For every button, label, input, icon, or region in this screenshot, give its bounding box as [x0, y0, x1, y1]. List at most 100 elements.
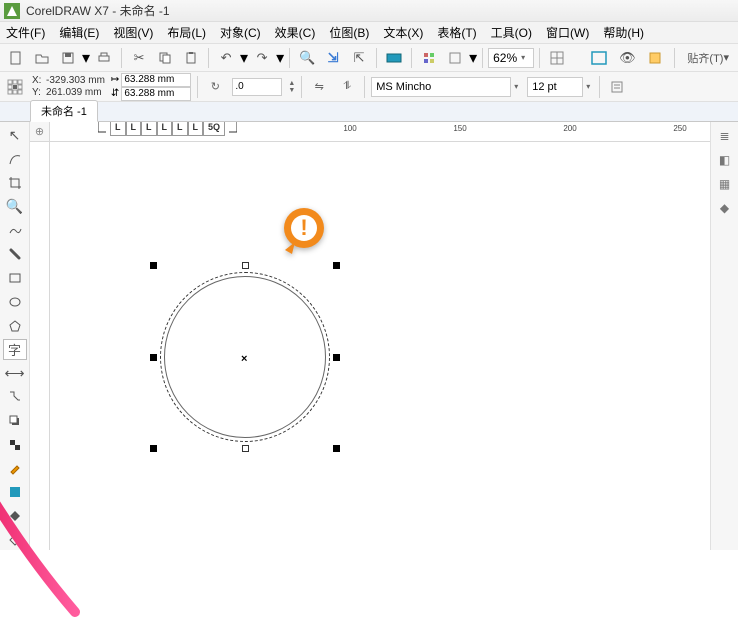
- chevron-down-icon: ▾: [521, 53, 525, 62]
- selected-ellipse[interactable]: ×: [160, 272, 330, 442]
- mirror-v-button[interactable]: ⥮: [336, 76, 358, 98]
- text-properties-button[interactable]: [606, 76, 628, 98]
- menu-help[interactable]: 帮助(H): [603, 24, 644, 41]
- print-button[interactable]: [92, 47, 116, 69]
- menu-window[interactable]: 窗口(W): [546, 24, 589, 41]
- options-button[interactable]: [417, 47, 441, 69]
- launch-button[interactable]: [443, 47, 467, 69]
- selection-handle[interactable]: [333, 354, 340, 361]
- undo-dropdown-icon[interactable]: ▾: [240, 48, 248, 68]
- crop-tool[interactable]: [3, 173, 27, 194]
- zoom-input[interactable]: 62% ▾: [488, 48, 534, 68]
- new-button[interactable]: [4, 47, 28, 69]
- y-value: 261.039 mm: [46, 87, 102, 99]
- undo-button[interactable]: ↶: [214, 47, 238, 69]
- transparency-tool[interactable]: [3, 434, 27, 455]
- stepper-up-icon[interactable]: ▲: [288, 80, 295, 87]
- menu-table[interactable]: 表格(T): [437, 24, 476, 41]
- grid-button[interactable]: [545, 47, 569, 69]
- rotation-input[interactable]: [232, 78, 282, 96]
- selection-node[interactable]: [242, 445, 249, 452]
- ruler-mark: 150: [453, 124, 466, 133]
- ruler-mark: 200: [563, 124, 576, 133]
- menu-bar: 文件(F) 编辑(E) 视图(V) 布局(L) 对象(C) 效果(C) 位图(B…: [0, 22, 738, 44]
- import-button[interactable]: ⇲: [321, 47, 345, 69]
- docker-hints-icon[interactable]: ▦: [715, 174, 735, 194]
- ruler-mark: 100: [343, 124, 356, 133]
- hint-button[interactable]: [643, 47, 667, 69]
- menu-layout[interactable]: 布局(L): [167, 24, 206, 41]
- stepper-down-icon[interactable]: ▼: [288, 87, 295, 94]
- app-title: CorelDRAW X7 - 未命名 -1: [26, 2, 170, 19]
- polygon-tool[interactable]: [3, 315, 27, 336]
- font-select[interactable]: [371, 77, 511, 97]
- origin-icon[interactable]: [4, 76, 26, 98]
- tab-document[interactable]: 未命名 -1: [30, 100, 98, 122]
- menu-edit[interactable]: 编辑(E): [59, 24, 99, 41]
- font-size-select[interactable]: [527, 77, 583, 97]
- cut-button[interactable]: ✂: [127, 47, 151, 69]
- chevron-down-icon[interactable]: ▾: [583, 82, 593, 91]
- search-button[interactable]: 🔍: [295, 47, 319, 69]
- drawing-page[interactable]: × !: [70, 142, 710, 550]
- separator: [376, 48, 377, 68]
- mirror-h-button[interactable]: ⇋: [308, 76, 330, 98]
- freehand-tool[interactable]: [3, 220, 27, 241]
- menu-text[interactable]: 文本(X): [383, 24, 423, 41]
- menu-object[interactable]: 对象(C): [220, 24, 261, 41]
- ellipse-tool[interactable]: [3, 291, 27, 312]
- standard-toolbar: ▾ ✂ ↶ ▾ ↷ ▾ 🔍 ⇲ ⇱ ▾ 62% ▾ 👁 贴齐(T) ▾: [0, 44, 738, 72]
- selection-handle[interactable]: [333, 445, 340, 452]
- menu-bitmap[interactable]: 位图(B): [329, 24, 369, 41]
- pick-tool[interactable]: ↖: [3, 125, 27, 146]
- height-input[interactable]: [121, 87, 191, 101]
- redo-dropdown-icon[interactable]: ▾: [276, 48, 284, 68]
- docker-color-icon[interactable]: ◆: [715, 198, 735, 218]
- eyedropper-tool[interactable]: [3, 458, 27, 479]
- canvas-area[interactable]: L L L L L L 5Q 100 150 200 250: [50, 122, 710, 550]
- separator: [482, 48, 483, 68]
- save-button[interactable]: [56, 47, 80, 69]
- save-dropdown-icon[interactable]: ▾: [82, 48, 90, 68]
- copy-button[interactable]: [153, 47, 177, 69]
- interactive-fill-tool[interactable]: [3, 529, 27, 550]
- drop-shadow-tool[interactable]: [3, 410, 27, 431]
- selection-handle[interactable]: [150, 354, 157, 361]
- paste-button[interactable]: [179, 47, 203, 69]
- parallel-dimension-tool[interactable]: ⟷: [3, 363, 27, 384]
- open-button[interactable]: [30, 47, 54, 69]
- selection-handle[interactable]: [150, 445, 157, 452]
- text-tool[interactable]: 字: [3, 339, 27, 360]
- width-input[interactable]: [121, 73, 191, 87]
- menu-file[interactable]: 文件(F): [6, 24, 45, 41]
- zoom-tool[interactable]: 🔍: [3, 196, 27, 217]
- outline-tool[interactable]: [3, 482, 27, 503]
- launch-dropdown-icon[interactable]: ▾: [469, 48, 477, 68]
- docker-object-icon[interactable]: ◧: [715, 150, 735, 170]
- shape-tool[interactable]: [3, 149, 27, 170]
- redo-button[interactable]: ↷: [250, 47, 274, 69]
- rotation-icon: ↻: [204, 76, 226, 98]
- export-button[interactable]: ⇱: [347, 47, 371, 69]
- artistic-media-tool[interactable]: [3, 244, 27, 265]
- selection-handle[interactable]: [333, 262, 340, 269]
- preview-button[interactable]: 👁: [615, 47, 639, 69]
- ruler-origin-icon[interactable]: ⊕: [30, 122, 50, 142]
- separator: [364, 76, 365, 98]
- chevron-down-icon[interactable]: ▾: [511, 82, 521, 91]
- publish-button[interactable]: [382, 47, 406, 69]
- y-label: Y:: [32, 87, 46, 99]
- rectangle-tool[interactable]: [3, 268, 27, 289]
- connector-tool[interactable]: [3, 387, 27, 408]
- menu-tools[interactable]: 工具(O): [491, 24, 532, 41]
- fill-tool[interactable]: [3, 505, 27, 526]
- snap-button[interactable]: 贴齐(T) ▾: [682, 47, 734, 69]
- size-inputs: ↦ ⇵: [111, 73, 191, 101]
- separator: [301, 76, 302, 98]
- selection-node[interactable]: [242, 262, 249, 269]
- menu-effects[interactable]: 效果(C): [275, 24, 316, 41]
- selection-handle[interactable]: [150, 262, 157, 269]
- menu-view[interactable]: 视图(V): [113, 24, 153, 41]
- docker-properties-icon[interactable]: ≣: [715, 126, 735, 146]
- fullscreen-button[interactable]: [587, 47, 611, 69]
